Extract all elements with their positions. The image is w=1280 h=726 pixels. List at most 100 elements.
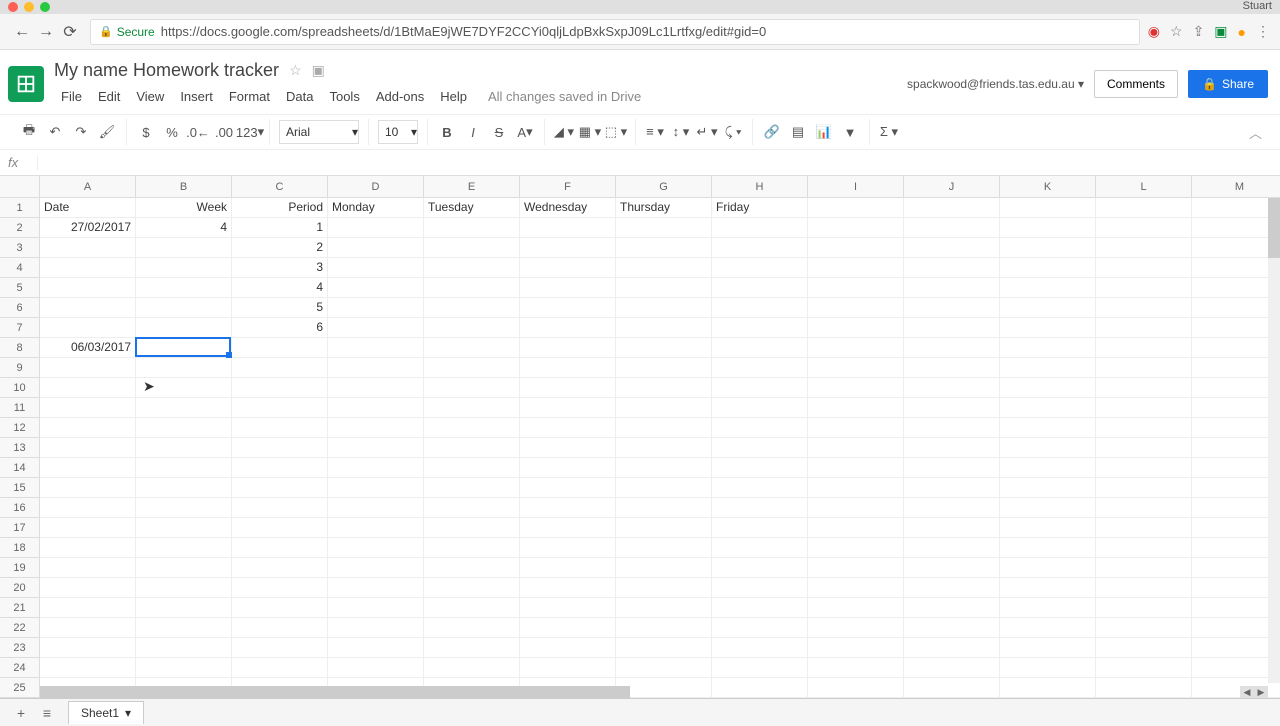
cell-I12[interactable] [808, 418, 904, 438]
cell-E12[interactable] [424, 418, 520, 438]
cell-C21[interactable] [232, 598, 328, 618]
cell-E11[interactable] [424, 398, 520, 418]
cell-M10[interactable] [1192, 378, 1280, 398]
chart-button[interactable]: 📊 [811, 119, 837, 145]
cell-B12[interactable] [136, 418, 232, 438]
cell-H18[interactable] [712, 538, 808, 558]
cell-J14[interactable] [904, 458, 1000, 478]
column-header-K[interactable]: K [1000, 176, 1096, 198]
cell-I14[interactable] [808, 458, 904, 478]
cell-H11[interactable] [712, 398, 808, 418]
cell-F17[interactable] [520, 518, 616, 538]
cell-E3[interactable] [424, 238, 520, 258]
sheets-logo-icon[interactable] [8, 66, 44, 102]
cell-E9[interactable] [424, 358, 520, 378]
spreadsheet-grid[interactable]: ABCDEFGHIJKLM1DateWeekPeriodMondayTuesda… [0, 176, 1280, 698]
cell-F23[interactable] [520, 638, 616, 658]
cell-A21[interactable] [40, 598, 136, 618]
cell-M15[interactable] [1192, 478, 1280, 498]
cell-C2[interactable]: 1 [232, 218, 328, 238]
cell-C18[interactable] [232, 538, 328, 558]
cell-E21[interactable] [424, 598, 520, 618]
column-header-I[interactable]: I [808, 176, 904, 198]
cell-E22[interactable] [424, 618, 520, 638]
cell-F15[interactable] [520, 478, 616, 498]
cell-F6[interactable] [520, 298, 616, 318]
cell-I22[interactable] [808, 618, 904, 638]
strikethrough-button[interactable]: S [486, 119, 512, 145]
cell-K9[interactable] [1000, 358, 1096, 378]
cell-F7[interactable] [520, 318, 616, 338]
print-button[interactable]: 🖶 [16, 119, 42, 145]
cell-K5[interactable] [1000, 278, 1096, 298]
row-header-3[interactable]: 3 [0, 238, 40, 258]
minimize-window-icon[interactable] [24, 2, 34, 12]
cell-E20[interactable] [424, 578, 520, 598]
cell-B17[interactable] [136, 518, 232, 538]
cell-B6[interactable] [136, 298, 232, 318]
cell-L16[interactable] [1096, 498, 1192, 518]
cell-D2[interactable] [328, 218, 424, 238]
cell-M11[interactable] [1192, 398, 1280, 418]
row-header-14[interactable]: 14 [0, 458, 40, 478]
cell-D9[interactable] [328, 358, 424, 378]
cell-C20[interactable] [232, 578, 328, 598]
cell-G14[interactable] [616, 458, 712, 478]
cell-E23[interactable] [424, 638, 520, 658]
cell-I2[interactable] [808, 218, 904, 238]
menu-tools[interactable]: Tools [322, 85, 366, 108]
cell-J2[interactable] [904, 218, 1000, 238]
cell-L21[interactable] [1096, 598, 1192, 618]
cell-M9[interactable] [1192, 358, 1280, 378]
vertical-scrollbar[interactable] [1268, 198, 1280, 683]
cell-B7[interactable] [136, 318, 232, 338]
cell-C9[interactable] [232, 358, 328, 378]
cell-J9[interactable] [904, 358, 1000, 378]
cell-H6[interactable] [712, 298, 808, 318]
column-header-D[interactable]: D [328, 176, 424, 198]
cell-I6[interactable] [808, 298, 904, 318]
cell-L18[interactable] [1096, 538, 1192, 558]
cell-J4[interactable] [904, 258, 1000, 278]
cell-E16[interactable] [424, 498, 520, 518]
cell-E5[interactable] [424, 278, 520, 298]
cell-D13[interactable] [328, 438, 424, 458]
cell-A2[interactable]: 27/02/2017 [40, 218, 136, 238]
cell-A23[interactable] [40, 638, 136, 658]
cell-L22[interactable] [1096, 618, 1192, 638]
scroll-arrows[interactable]: ◀▶ [1240, 686, 1268, 698]
cell-B21[interactable] [136, 598, 232, 618]
cell-A6[interactable] [40, 298, 136, 318]
document-title[interactable]: My name Homework tracker [54, 60, 279, 81]
cell-I5[interactable] [808, 278, 904, 298]
cell-C17[interactable] [232, 518, 328, 538]
cell-M23[interactable] [1192, 638, 1280, 658]
menu-insert[interactable]: Insert [173, 85, 220, 108]
move-folder-icon[interactable]: ▣ [312, 62, 325, 79]
cell-C11[interactable] [232, 398, 328, 418]
cell-C24[interactable] [232, 658, 328, 678]
all-sheets-button[interactable]: ≡ [34, 701, 60, 725]
cell-L17[interactable] [1096, 518, 1192, 538]
cell-J13[interactable] [904, 438, 1000, 458]
cell-M2[interactable] [1192, 218, 1280, 238]
row-header-25[interactable]: 25 [0, 678, 40, 698]
cell-G15[interactable] [616, 478, 712, 498]
cell-J20[interactable] [904, 578, 1000, 598]
cell-D15[interactable] [328, 478, 424, 498]
cell-B13[interactable] [136, 438, 232, 458]
cell-C4[interactable]: 3 [232, 258, 328, 278]
cell-F2[interactable] [520, 218, 616, 238]
cell-L24[interactable] [1096, 658, 1192, 678]
cell-J10[interactable] [904, 378, 1000, 398]
menu-addons[interactable]: Add-ons [369, 85, 431, 108]
cell-K17[interactable] [1000, 518, 1096, 538]
cell-I24[interactable] [808, 658, 904, 678]
row-header-5[interactable]: 5 [0, 278, 40, 298]
back-button[interactable]: ← [10, 20, 34, 44]
cell-I11[interactable] [808, 398, 904, 418]
cell-L3[interactable] [1096, 238, 1192, 258]
cell-K18[interactable] [1000, 538, 1096, 558]
cell-B24[interactable] [136, 658, 232, 678]
cell-G17[interactable] [616, 518, 712, 538]
